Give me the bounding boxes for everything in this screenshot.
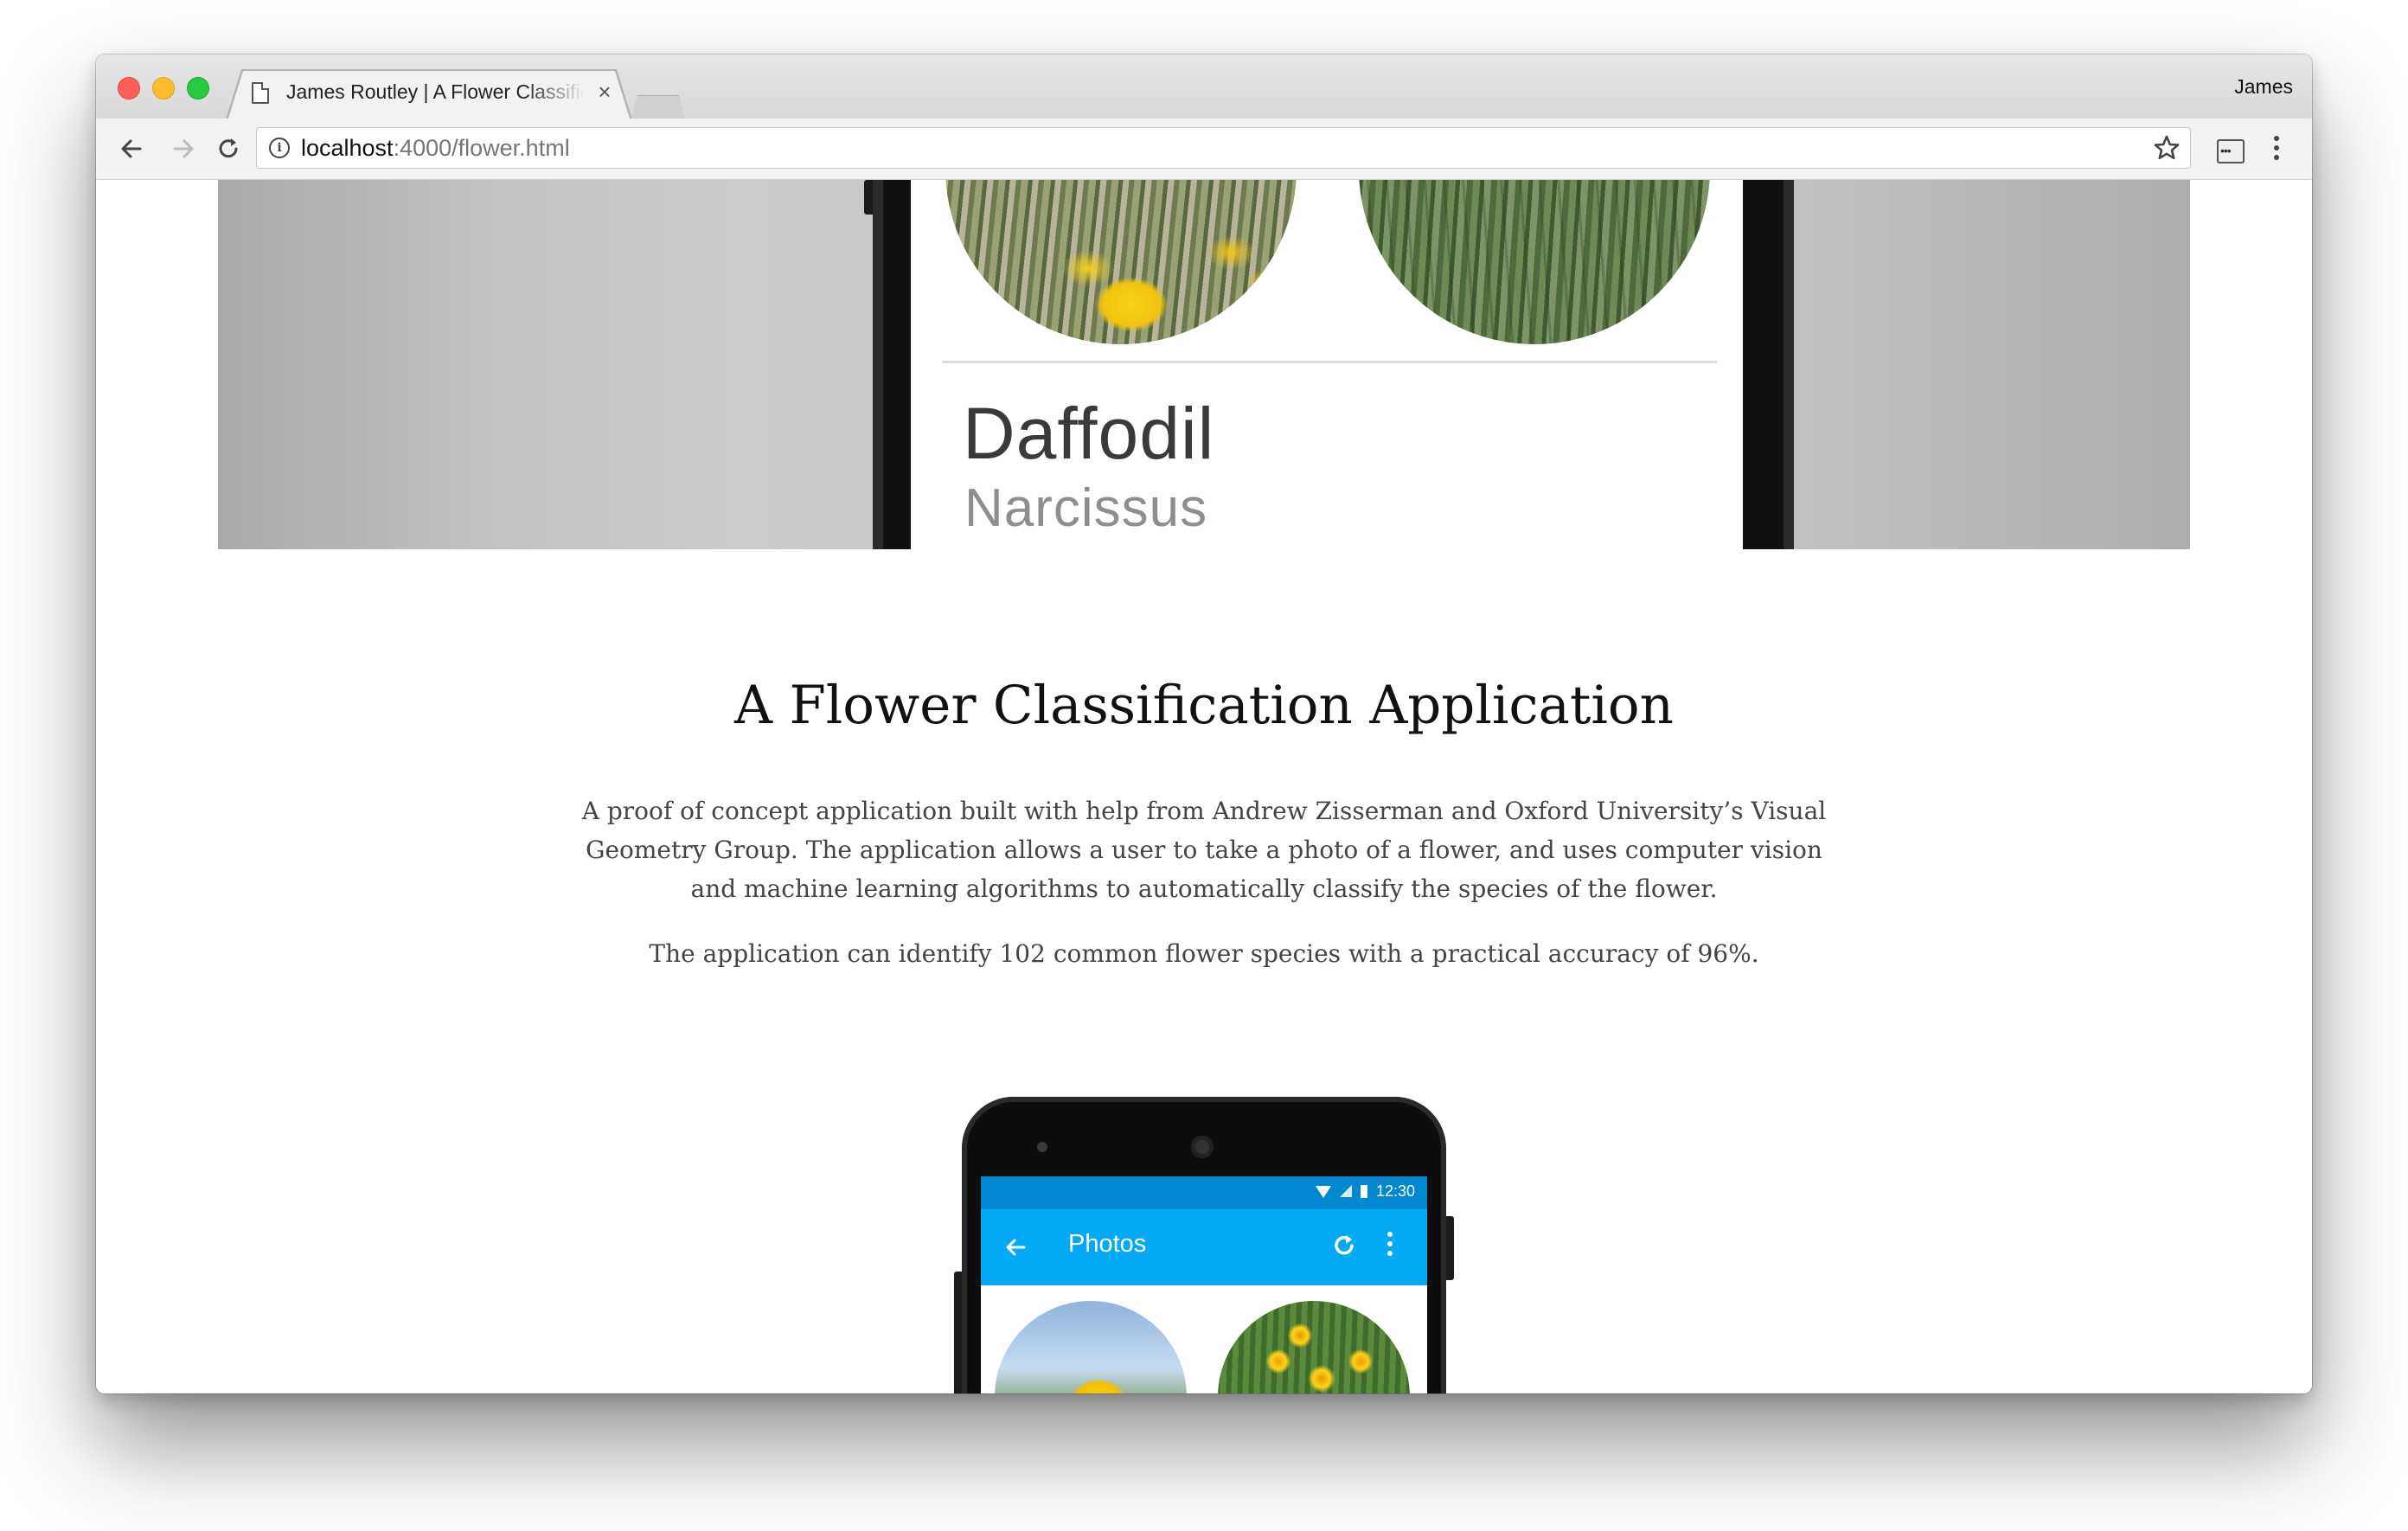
photo-thumbnail [995,1301,1187,1393]
phone-sensor [1037,1142,1047,1152]
url-text[interactable]: localhost:4000/flower.html [301,135,570,162]
browser-window: James Routley | A Flower Classification … [96,54,2312,1393]
photo-thumbnail [1218,1301,1410,1393]
refresh-icon [1327,1228,1361,1263]
page-viewport[interactable]: Daffodil Narcissus A Flower Classificati… [96,180,2312,1393]
star-icon[interactable] [2150,131,2183,164]
app-bar: Photos [981,1209,1427,1285]
more-vert-icon [1386,1232,1394,1263]
daffodil-photo [945,180,1297,344]
phone-screen: 12:30 Photos [981,1176,1427,1393]
page-title: A Flower Classification Application [734,675,1674,736]
maximize-window-button[interactable] [187,77,209,99]
browser-toolbar: i localhost:4000/flower.html [96,119,2312,180]
back-arrow-icon[interactable] [114,131,149,166]
document-icon [252,82,269,104]
signal-icon [1339,1185,1352,1197]
divider [942,361,1717,363]
hero-phone-screen: Daffodil Narcissus [911,180,1743,549]
forward-arrow-icon[interactable] [166,131,201,166]
flower-latin-name: Narcissus [964,478,1208,538]
hero-banner: Daffodil Narcissus [218,180,2190,549]
address-bar[interactable]: i localhost:4000/flower.html [256,127,2191,169]
tab-close-icon[interactable]: × [594,79,615,105]
hero-phone: Daffodil Narcissus [864,180,1794,549]
phone-power-button [1446,1216,1454,1280]
profile-button[interactable]: James [2234,75,2293,99]
status-time: 12:30 [1375,1182,1415,1200]
extension-icon[interactable] [2217,139,2245,163]
wifi-icon [1315,1186,1331,1198]
phone-mockup: 12:30 Photos [962,1097,1446,1393]
battery-icon [1360,1185,1367,1198]
tab-bar: James Routley | A Flower Classification … [96,54,2312,122]
minimize-window-button[interactable] [152,77,175,99]
flower-name: Daffodil [963,393,1215,474]
tab-title[interactable]: James Routley | A Flower Classification … [286,80,585,106]
app-title: Photos [1068,1230,1147,1258]
status-icons: 12:30 [1315,1182,1415,1201]
reload-icon[interactable] [211,131,246,166]
phone-side-button [954,1272,962,1393]
phone-camera [1191,1136,1214,1158]
android-status-bar: 12:30 [981,1176,1427,1209]
close-window-button[interactable] [118,77,140,99]
leaves-photo [1359,180,1710,344]
menu-icon[interactable] [2271,136,2282,165]
info-icon[interactable]: i [269,138,290,158]
back-arrow-icon [1000,1232,1031,1263]
page-description: A proof of concept application built wit… [581,797,1827,903]
accuracy-text: The application can identify 102 common … [649,939,1759,968]
